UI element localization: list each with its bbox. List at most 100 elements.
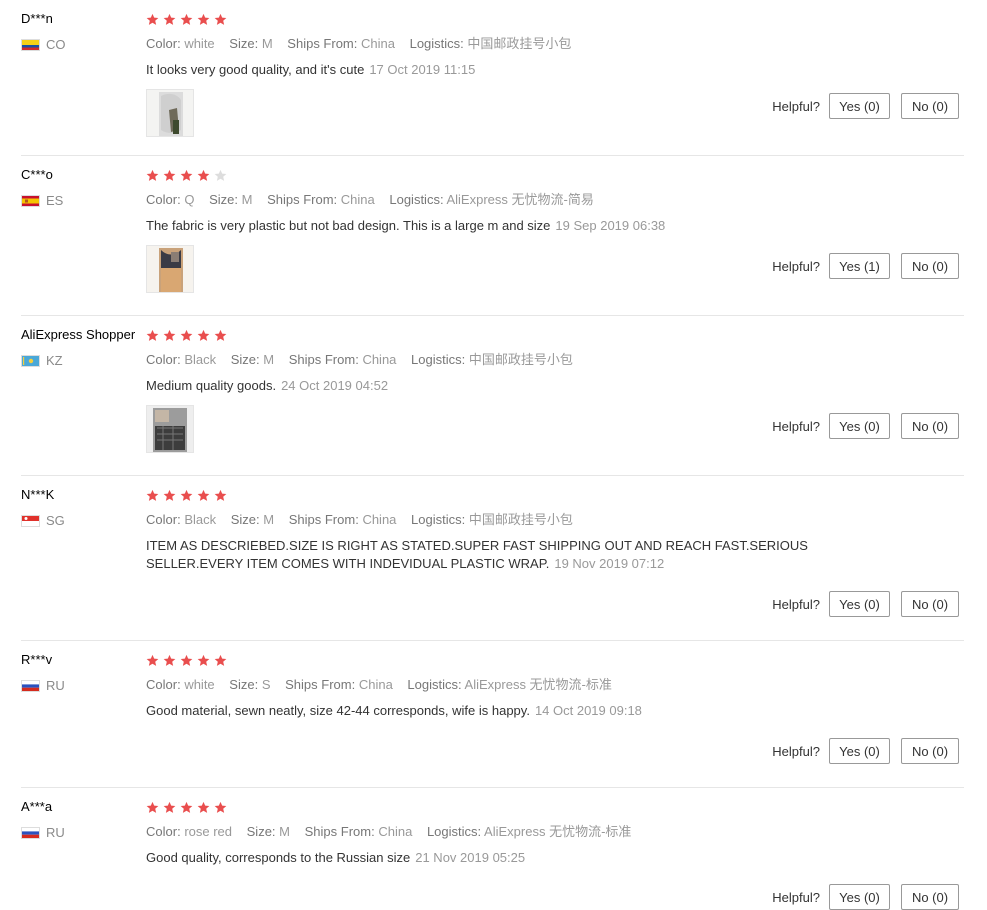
helpful-yes-button[interactable]: Yes (0) — [829, 884, 890, 910]
helpful-controls: Helpful? Yes (0) No (0) — [772, 884, 959, 910]
reviewer-country: SG — [21, 513, 146, 529]
star-filled-icon — [180, 13, 193, 25]
star-filled-icon — [180, 801, 193, 813]
review-text-block: Good material, sewn neatly, size 42-44 c… — [146, 702, 964, 720]
helpful-label: Helpful? — [772, 743, 820, 759]
star-rating — [146, 327, 964, 343]
helpful-label: Helpful? — [772, 418, 820, 434]
star-filled-icon — [197, 13, 210, 25]
logistics-value: AliExpress 无忧物流-简易 — [446, 192, 594, 207]
review-attributes: Color: Q Size: M Ships From: China Logis… — [146, 192, 964, 208]
helpful-no-button[interactable]: No (0) — [901, 413, 959, 439]
ships-from-label: Ships From: — [288, 512, 359, 527]
country-code: SG — [46, 513, 65, 528]
russia-flag-icon — [21, 680, 40, 692]
helpful-yes-button[interactable]: Yes (0) — [829, 738, 890, 764]
review-attributes: Color: Black Size: M Ships From: China L… — [146, 352, 964, 368]
star-filled-icon — [146, 169, 159, 181]
helpful-no-button[interactable]: No (0) — [901, 93, 959, 119]
country-code: RU — [46, 825, 65, 840]
helpful-label: Helpful? — [772, 258, 820, 274]
ships-from-value: China — [340, 192, 375, 207]
review-date: 19 Nov 2019 07:12 — [554, 556, 665, 571]
review-text: Good quality, corresponds to the Russian… — [146, 850, 411, 865]
helpful-yes-button[interactable]: Yes (0) — [829, 93, 890, 119]
size-value: M — [263, 512, 275, 527]
helpful-yes-button[interactable]: Yes (0) — [829, 413, 890, 439]
ships-from-value: China — [362, 512, 397, 527]
color-label: Color: — [146, 512, 181, 527]
star-filled-icon — [197, 801, 210, 813]
reviewer-name: A***a — [21, 799, 53, 814]
helpful-controls: Helpful? Yes (0) No (0) — [772, 738, 959, 764]
star-filled-icon — [146, 801, 159, 813]
review-photo-thumbnail[interactable] — [146, 245, 194, 293]
country-code: ES — [46, 193, 64, 208]
ships-from-value: China — [361, 36, 395, 51]
ships-from-label: Ships From: — [285, 677, 356, 692]
review-date: 17 Oct 2019 11:15 — [369, 62, 476, 77]
reviewer-info: R***v RU — [21, 652, 146, 694]
logistics-value: AliExpress 无忧物流-标准 — [464, 677, 612, 692]
country-code: CO — [46, 37, 66, 52]
color-value: white — [184, 36, 215, 51]
logistics-label: Logistics: — [411, 512, 466, 527]
star-filled-icon — [163, 13, 176, 25]
helpful-controls: Helpful? Yes (0) No (0) — [772, 413, 959, 439]
star-filled-icon — [180, 489, 193, 501]
reviewer-name: D***n — [21, 11, 53, 26]
reviewer-country: ES — [21, 193, 146, 209]
review-text: Good material, sewn neatly, size 42-44 c… — [146, 703, 530, 718]
review-text-block: It looks very good quality, and it's cut… — [146, 61, 964, 79]
reviewer-country: KZ — [21, 353, 146, 369]
helpful-label: Helpful? — [772, 596, 820, 612]
ships-from-value: China — [362, 352, 397, 367]
review-content: Color: white Size: S Ships From: China L… — [146, 652, 964, 720]
logistics-label: Logistics: — [407, 677, 462, 692]
ships-from-label: Ships From: — [287, 36, 358, 51]
helpful-no-button[interactable]: No (0) — [901, 253, 959, 279]
review-photo-thumbnail[interactable] — [146, 89, 194, 137]
ships-from-label: Ships From: — [267, 192, 338, 207]
review-text-block: ITEM AS DESCRIEBED.SIZE IS RIGHT AS STAT… — [146, 537, 858, 573]
color-value: white — [184, 677, 215, 692]
reviewer-name: R***v — [21, 652, 53, 667]
logistics-label: Logistics: — [411, 352, 466, 367]
review-text: It looks very good quality, and it's cut… — [146, 62, 365, 77]
star-filled-icon — [197, 169, 210, 181]
ships-from-value: China — [378, 824, 413, 839]
review-photo-thumbnail[interactable] — [146, 405, 194, 453]
star-filled-icon — [214, 329, 227, 341]
review-text: ITEM AS DESCRIEBED.SIZE IS RIGHT AS STAT… — [146, 538, 808, 571]
reviewer-info: C***o ES — [21, 167, 146, 209]
star-filled-icon — [197, 489, 210, 501]
review-date: 19 Sep 2019 06:38 — [555, 218, 666, 233]
review-item: R***v RU Color: white Size: S Ships From… — [21, 641, 964, 788]
helpful-no-button[interactable]: No (0) — [901, 738, 959, 764]
reviewer-info: D***n CO — [21, 11, 146, 53]
review-item: N***K SG Color: Black Size: M Ships From… — [21, 476, 964, 641]
star-filled-icon — [214, 489, 227, 501]
star-filled-icon — [214, 654, 227, 666]
helpful-controls: Helpful? Yes (0) No (0) — [772, 591, 959, 617]
size-value: M — [241, 192, 253, 207]
logistics-value: 中国邮政挂号小包 — [467, 36, 572, 51]
review-attributes: Color: white Size: S Ships From: China L… — [146, 677, 964, 693]
color-value: Q — [184, 192, 195, 207]
color-label: Color: — [146, 36, 181, 51]
size-label: Size: — [229, 36, 259, 51]
review-text-block: Good quality, corresponds to the Russian… — [146, 849, 964, 867]
color-value: rose red — [184, 824, 233, 839]
spain-flag-icon — [21, 195, 40, 207]
size-label: Size: — [246, 824, 276, 839]
size-value: M — [279, 824, 291, 839]
helpful-yes-button[interactable]: Yes (0) — [829, 591, 890, 617]
size-value: M — [263, 352, 275, 367]
star-rating — [146, 487, 964, 503]
review-text-block: The fabric is very plastic but not bad d… — [146, 217, 964, 235]
helpful-controls: Helpful? Yes (1) No (0) — [772, 253, 959, 279]
helpful-no-button[interactable]: No (0) — [901, 884, 959, 910]
logistics-label: Logistics: — [389, 192, 444, 207]
helpful-no-button[interactable]: No (0) — [901, 591, 959, 617]
helpful-yes-button[interactable]: Yes (1) — [829, 253, 890, 279]
